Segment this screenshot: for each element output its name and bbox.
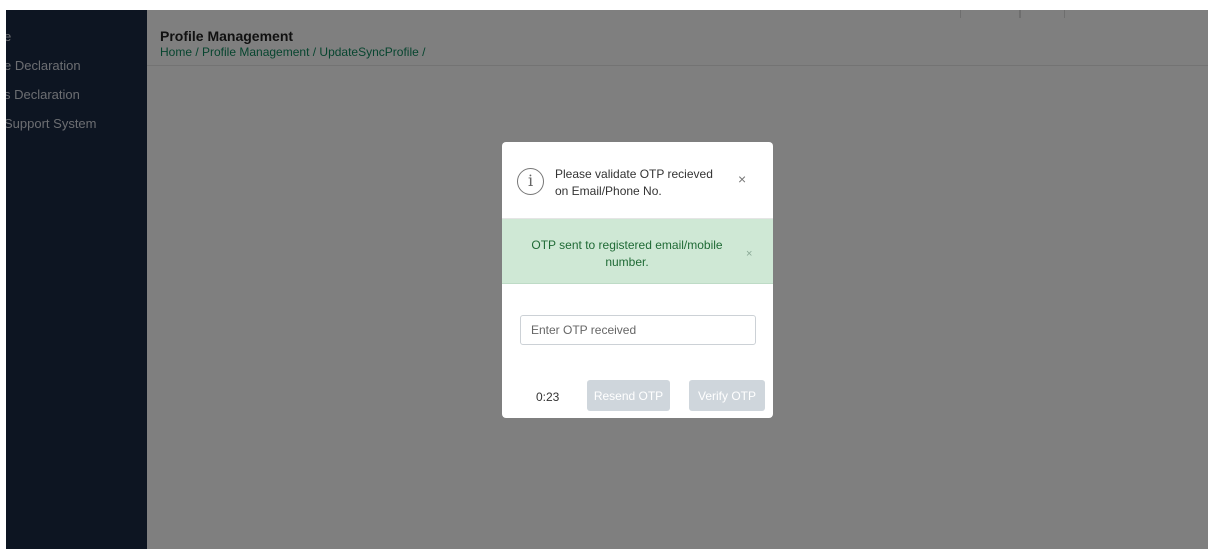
alert-message: OTP sent to registered email/mobile numb… <box>531 238 723 269</box>
app-window: e e Declaration s Declaration Support Sy… <box>0 0 1208 549</box>
otp-input[interactable] <box>520 315 756 345</box>
verify-otp-button[interactable]: Verify OTP <box>689 380 765 411</box>
modal-message: Please validate OTP recieved on Email/Ph… <box>555 167 713 198</box>
otp-modal: i Please validate OTP recieved on Email/… <box>502 142 773 418</box>
info-icon: i <box>517 168 544 195</box>
modal-header: i Please validate OTP recieved on Email/… <box>502 142 773 219</box>
countdown-timer: 0:23 <box>536 390 560 404</box>
alert-close-icon[interactable]: × <box>746 248 752 260</box>
top-edge <box>0 0 1208 10</box>
close-icon[interactable]: × <box>738 171 746 187</box>
success-alert: OTP sent to registered email/mobile numb… <box>502 219 773 284</box>
resend-otp-button[interactable]: Resend OTP <box>587 380 670 411</box>
